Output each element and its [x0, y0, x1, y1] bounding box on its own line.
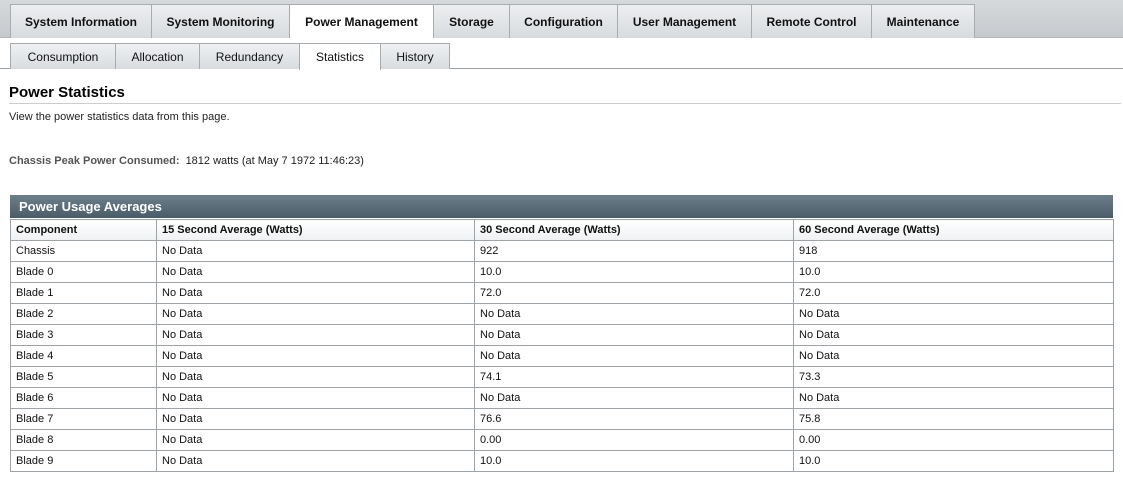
cell-60s: 10.0: [793, 261, 1114, 283]
subtab-statistics[interactable]: Statistics: [299, 43, 381, 70]
cell-component: Chassis: [10, 240, 157, 262]
main-nav-tabs: System Information System Monitoring Pow…: [0, 0, 1123, 39]
cell-component: Blade 0: [10, 261, 157, 283]
cell-component: Blade 9: [10, 450, 157, 472]
cell-30s: No Data: [474, 387, 794, 409]
table-row: Blade 9 No Data 10.0 10.0: [10, 450, 1114, 472]
subtab-redundancy[interactable]: Redundancy: [199, 43, 300, 69]
table-row: Blade 1 No Data 72.0 72.0: [10, 282, 1114, 304]
title-divider: [9, 103, 1121, 104]
sub-nav-tabs: Consumption Allocation Redundancy Statis…: [0, 38, 1123, 70]
cell-30s: 0.00: [474, 429, 794, 451]
cell-60s: No Data: [793, 387, 1114, 409]
column-header-15s-average: 15 Second Average (Watts): [156, 219, 475, 241]
cell-60s: 0.00: [793, 429, 1114, 451]
cell-15s: No Data: [156, 261, 475, 283]
table-row: Blade 5 No Data 74.1 73.3: [10, 366, 1114, 388]
table-row: Blade 0 No Data 10.0 10.0: [10, 261, 1114, 283]
cell-60s: 10.0: [793, 450, 1114, 472]
cell-30s: 922: [474, 240, 794, 262]
column-header-60s-average: 60 Second Average (Watts): [793, 219, 1114, 241]
chassis-peak-power: Chassis Peak Power Consumed: 1812 watts (…: [9, 155, 364, 167]
subtab-history[interactable]: History: [380, 43, 450, 69]
cell-15s: No Data: [156, 387, 475, 409]
cell-30s: No Data: [474, 345, 794, 367]
subtab-allocation[interactable]: Allocation: [115, 43, 200, 69]
peak-power-label: Chassis Peak Power Consumed:: [9, 155, 180, 167]
tab-maintenance[interactable]: Maintenance: [871, 4, 975, 38]
tab-system-monitoring[interactable]: System Monitoring: [151, 4, 290, 38]
cell-60s: No Data: [793, 324, 1114, 346]
cell-15s: No Data: [156, 429, 475, 451]
cell-60s: No Data: [793, 345, 1114, 367]
cell-30s: 72.0: [474, 282, 794, 304]
cell-30s: No Data: [474, 303, 794, 325]
cell-60s: 72.0: [793, 282, 1114, 304]
cell-30s: 10.0: [474, 450, 794, 472]
cell-15s: No Data: [156, 303, 475, 325]
cell-60s: No Data: [793, 303, 1114, 325]
cell-15s: No Data: [156, 450, 475, 472]
power-usage-table: Component 15 Second Average (Watts) 30 S…: [10, 219, 1114, 472]
cell-60s: 918: [793, 240, 1114, 262]
column-header-component: Component: [10, 219, 157, 241]
cell-component: Blade 6: [10, 387, 157, 409]
cell-60s: 73.3: [793, 366, 1114, 388]
peak-power-value: 1812 watts (at May 7 1972 11:46:23): [185, 155, 364, 167]
power-usage-averages-header: Power Usage Averages: [10, 195, 1113, 218]
table-row: Blade 3 No Data No Data No Data: [10, 324, 1114, 346]
cell-15s: No Data: [156, 324, 475, 346]
cell-component: Blade 8: [10, 429, 157, 451]
tab-configuration[interactable]: Configuration: [509, 4, 618, 38]
cell-15s: No Data: [156, 240, 475, 262]
table-row: Blade 2 No Data No Data No Data: [10, 303, 1114, 325]
page-title: Power Statistics: [9, 84, 125, 101]
cell-60s: 75.8: [793, 408, 1114, 430]
subtab-consumption[interactable]: Consumption: [10, 43, 116, 69]
cell-component: Blade 5: [10, 366, 157, 388]
cell-component: Blade 4: [10, 345, 157, 367]
table-row: Blade 4 No Data No Data No Data: [10, 345, 1114, 367]
cell-15s: No Data: [156, 282, 475, 304]
cell-component: Blade 1: [10, 282, 157, 304]
tab-system-information[interactable]: System Information: [10, 4, 152, 38]
cell-component: Blade 2: [10, 303, 157, 325]
cell-component: Blade 3: [10, 324, 157, 346]
column-header-30s-average: 30 Second Average (Watts): [474, 219, 794, 241]
cell-30s: No Data: [474, 324, 794, 346]
tab-storage[interactable]: Storage: [433, 4, 510, 38]
table-header-row: Component 15 Second Average (Watts) 30 S…: [10, 219, 1114, 241]
page-description: View the power statistics data from this…: [9, 111, 230, 123]
tab-user-management[interactable]: User Management: [617, 4, 752, 38]
cell-30s: 76.6: [474, 408, 794, 430]
cell-15s: No Data: [156, 366, 475, 388]
cell-component: Blade 7: [10, 408, 157, 430]
cell-15s: No Data: [156, 408, 475, 430]
table-row: Chassis No Data 922 918: [10, 240, 1114, 262]
tab-power-management[interactable]: Power Management: [289, 4, 434, 39]
cell-30s: 10.0: [474, 261, 794, 283]
cell-30s: 74.1: [474, 366, 794, 388]
table-row: Blade 6 No Data No Data No Data: [10, 387, 1114, 409]
table-row: Blade 8 No Data 0.00 0.00: [10, 429, 1114, 451]
cell-15s: No Data: [156, 345, 475, 367]
table-row: Blade 7 No Data 76.6 75.8: [10, 408, 1114, 430]
tab-remote-control[interactable]: Remote Control: [751, 4, 872, 38]
